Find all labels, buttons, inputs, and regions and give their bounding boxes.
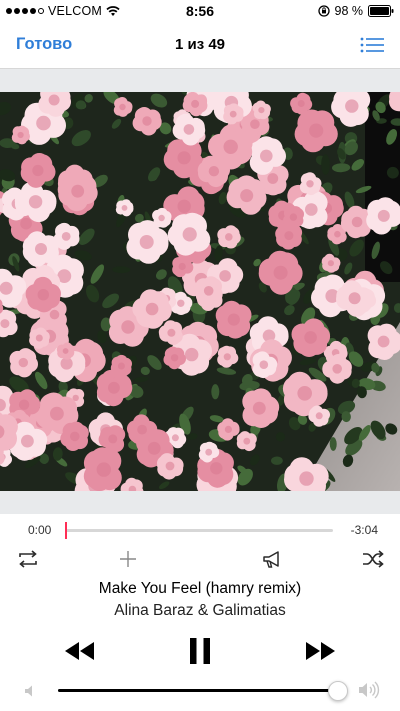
battery-icon xyxy=(368,5,394,17)
artwork-top-band xyxy=(0,69,400,92)
status-bar: VELCOM 8:56 98 % xyxy=(0,0,400,22)
rewind-icon xyxy=(65,642,94,660)
repeat-icon xyxy=(19,550,37,568)
progress-playhead[interactable] xyxy=(65,522,67,539)
track-counter: 1 из 49 xyxy=(174,36,226,53)
megaphone-icon xyxy=(263,551,279,568)
shuffle-icon xyxy=(363,550,384,568)
volume-min-icon xyxy=(25,685,32,697)
remaining-time: -3:04 xyxy=(350,523,378,537)
volume-slider[interactable] xyxy=(58,681,348,701)
volume-max-icon xyxy=(359,681,380,699)
music-player-screen: VELCOM 8:56 98 % Готово 1 из 49 0:00 -3:… xyxy=(0,0,400,711)
elapsed-time: 0:00 xyxy=(28,523,52,537)
volume-knob[interactable] xyxy=(328,681,348,701)
pause-button[interactable] xyxy=(188,636,212,666)
add-to-library-button[interactable] xyxy=(116,548,140,570)
album-artwork xyxy=(0,92,400,491)
shuffle-button[interactable] xyxy=(361,548,385,570)
album-art-image xyxy=(0,92,400,491)
plus-icon xyxy=(120,551,136,567)
nav-bar: Готово 1 из 49 xyxy=(0,22,400,68)
volume-fill xyxy=(58,689,337,692)
fast-forward-icon xyxy=(306,642,335,660)
share-button[interactable] xyxy=(261,548,285,570)
rewind-button[interactable] xyxy=(63,636,95,666)
repeat-button[interactable] xyxy=(16,548,40,570)
progress-scrubber[interactable] xyxy=(65,522,333,539)
fast-forward-button[interactable] xyxy=(305,636,337,666)
song-title: Make You Feel (hamry remix) xyxy=(98,580,302,597)
battery-percent: 98 % xyxy=(334,4,364,18)
song-artist: Alina Baraz & Galimatias xyxy=(114,602,286,619)
artwork-bottom-band xyxy=(0,491,400,514)
up-next-list-icon[interactable] xyxy=(360,36,384,54)
orientation-lock-icon xyxy=(317,5,330,17)
pause-icon xyxy=(190,638,210,664)
